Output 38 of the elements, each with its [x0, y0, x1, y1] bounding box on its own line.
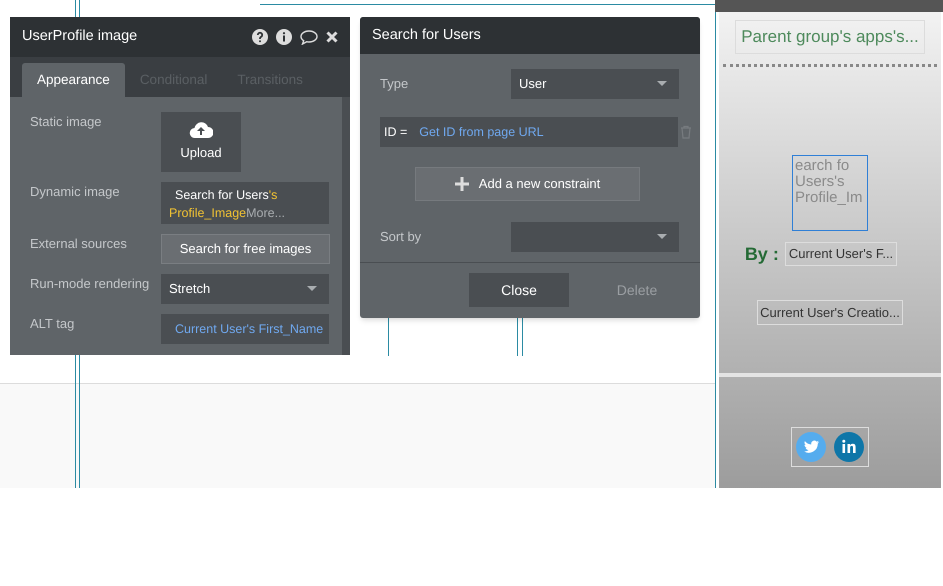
search-images-button[interactable]: Search for free images: [161, 234, 330, 264]
upload-button[interactable]: Upload: [161, 112, 241, 172]
field-label: ALT tag: [30, 315, 76, 333]
image-placeholder-text: earch fo: [795, 158, 850, 174]
field-label: Run-mode rendering: [30, 275, 150, 293]
plus-icon: [454, 177, 469, 191]
field-label: Type: [380, 75, 410, 94]
speech-bubble-icon[interactable]: [300, 30, 318, 44]
info-icon[interactable]: [276, 29, 292, 45]
type-select[interactable]: User: [511, 69, 679, 99]
field-label: Sort by: [380, 228, 422, 246]
author-name: Current User's F...: [784, 242, 898, 266]
close-button[interactable]: Close: [469, 273, 569, 307]
close-icon[interactable]: [326, 31, 338, 43]
image-placeholder-text: Users's: [795, 174, 846, 190]
window-title: UserProfile image: [22, 27, 138, 46]
caret-icon: [307, 286, 317, 292]
scrollbar[interactable]: [342, 97, 350, 355]
linkedin-icon[interactable]: [833, 431, 865, 463]
cloud-upload-icon: [189, 121, 213, 140]
image-placeholder-text: Profile_Im: [795, 190, 864, 206]
caret-icon: [657, 234, 667, 240]
app-title: Parent group's apps's...: [741, 26, 919, 48]
field-label: External sources: [30, 235, 128, 253]
bird-icon[interactable]: [795, 431, 827, 463]
by-label: By :: [744, 242, 779, 266]
creation-date: Current User's Creatio...: [757, 300, 903, 325]
alt-tag-field[interactable]: Current User's First_Name: [161, 314, 329, 344]
help-icon[interactable]: [252, 29, 268, 45]
field-label: Dynamic image: [30, 183, 121, 201]
window-title: Search for Users: [372, 26, 481, 45]
add-constraint-button[interactable]: Add a new constraint: [415, 167, 640, 201]
caret-icon: [657, 81, 667, 87]
rendering-select[interactable]: Stretch: [161, 274, 329, 304]
dynamic-expression-field[interactable]: Search for Users's Profile_ImageMore...: [161, 182, 329, 224]
tab[interactable]: Appearance: [22, 63, 125, 97]
constraint-row[interactable]: ID = Get ID from page URL: [380, 117, 678, 147]
field-label: Static image: [30, 113, 103, 131]
